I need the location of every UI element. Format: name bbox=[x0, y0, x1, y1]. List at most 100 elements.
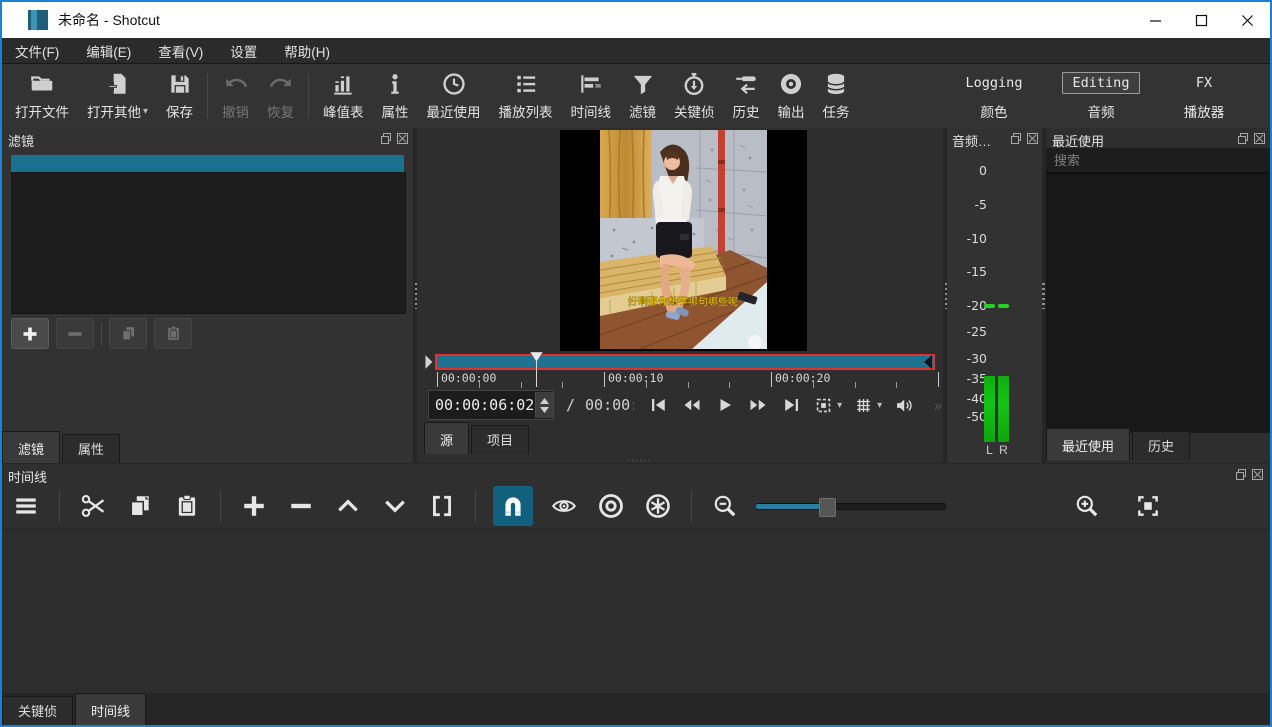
paste-filters-button[interactable] bbox=[154, 318, 192, 349]
copy-filters-button[interactable] bbox=[109, 318, 147, 349]
overwrite-button[interactable] bbox=[379, 488, 411, 524]
ripple-delete-button[interactable] bbox=[285, 488, 317, 524]
recent-panel: 最近使用 最近使用 历史 bbox=[1046, 128, 1270, 463]
stopwatch-icon bbox=[681, 71, 707, 97]
scrubber-bar[interactable] bbox=[435, 354, 935, 370]
float-panel-icon[interactable] bbox=[1010, 132, 1023, 145]
scissors-icon bbox=[79, 492, 107, 520]
tab-history[interactable]: 历史 bbox=[1132, 431, 1190, 460]
filter-funnel-icon bbox=[630, 71, 656, 97]
recent-panel-tabs: 最近使用 历史 bbox=[1046, 432, 1192, 460]
position-input[interactable] bbox=[429, 396, 535, 414]
toolbar-overflow-chevron[interactable]: » bbox=[934, 397, 942, 413]
fast-forward-button[interactable] bbox=[746, 396, 770, 414]
close-panel-icon[interactable] bbox=[1251, 468, 1264, 481]
trim-out-handle[interactable] bbox=[923, 355, 933, 369]
maximize-button[interactable] bbox=[1178, 2, 1224, 38]
minimize-icon bbox=[1149, 14, 1162, 27]
float-panel-icon[interactable] bbox=[380, 132, 393, 145]
peak-meter-button[interactable]: 峰值表 bbox=[314, 67, 373, 125]
paste-button[interactable] bbox=[171, 488, 203, 524]
close-panel-icon[interactable] bbox=[1026, 132, 1039, 145]
grid-toggle[interactable]: ▾ bbox=[854, 396, 882, 415]
recent-search-input[interactable] bbox=[1046, 148, 1270, 173]
preset-fx[interactable]: FX bbox=[1186, 73, 1222, 93]
lift-button[interactable] bbox=[332, 488, 364, 524]
close-panel-icon[interactable] bbox=[396, 132, 409, 145]
properties-button[interactable]: 属性 bbox=[373, 67, 418, 125]
chevron-down-icon bbox=[382, 493, 408, 519]
tab-timeline[interactable]: 时间线 bbox=[75, 693, 146, 725]
close-button[interactable] bbox=[1224, 2, 1270, 38]
cut-button[interactable] bbox=[77, 488, 109, 524]
timeline-button[interactable]: 时间线 bbox=[562, 67, 621, 125]
add-filter-button[interactable] bbox=[11, 318, 49, 349]
zoom-fit-button[interactable] bbox=[1132, 488, 1164, 524]
menu-file[interactable]: 文件(F) bbox=[15, 41, 59, 61]
ripple-all-tracks-toggle[interactable] bbox=[642, 488, 674, 524]
filter-list[interactable] bbox=[11, 172, 406, 314]
trim-in-handle[interactable] bbox=[424, 353, 434, 371]
ruler-label: 00:00:20 bbox=[775, 371, 830, 385]
volume-button[interactable] bbox=[894, 396, 916, 415]
minimize-button[interactable] bbox=[1132, 2, 1178, 38]
float-panel-icon[interactable] bbox=[1235, 468, 1248, 481]
menu-settings[interactable]: 设置 bbox=[230, 41, 257, 61]
ripple-toggle[interactable] bbox=[595, 488, 627, 524]
dropdown-caret-icon: ▾ bbox=[143, 106, 148, 117]
slider-handle[interactable] bbox=[819, 498, 836, 517]
preset-editing[interactable]: Editing bbox=[1062, 72, 1141, 94]
timeline-zoom-slider[interactable] bbox=[756, 497, 946, 515]
close-panel-icon[interactable] bbox=[1253, 132, 1266, 145]
rewind-button[interactable] bbox=[680, 396, 704, 414]
time-ruler[interactable]: 00:00:00 00:00:10 00:00:20 bbox=[428, 371, 940, 388]
preset-logging[interactable]: Logging bbox=[956, 73, 1033, 93]
preset-color[interactable]: 颜色 bbox=[981, 101, 1008, 121]
float-panel-icon[interactable] bbox=[1237, 132, 1250, 145]
open-other-button[interactable]: 打开其他▾ bbox=[78, 67, 157, 125]
export-button[interactable]: 输出 bbox=[769, 67, 814, 125]
filter-selected-row[interactable] bbox=[11, 155, 404, 172]
zoom-out-button[interactable] bbox=[709, 488, 741, 524]
audio-panel-controls bbox=[1010, 132, 1039, 145]
jobs-button[interactable]: 任务 bbox=[814, 67, 859, 125]
save-button[interactable]: 保存 bbox=[157, 67, 202, 125]
zoom-fit-toggle[interactable]: ▾ bbox=[814, 396, 842, 415]
timeline-tracks-area[interactable] bbox=[2, 528, 1270, 693]
redo-button[interactable]: 恢复 bbox=[258, 67, 303, 125]
zoom-in-button[interactable] bbox=[1071, 488, 1103, 524]
keyframes-button[interactable]: 关键侦 bbox=[665, 67, 724, 125]
recent-list[interactable] bbox=[1046, 173, 1270, 433]
skip-start-button[interactable] bbox=[648, 396, 668, 414]
copy-button[interactable] bbox=[124, 488, 156, 524]
toolbar-separator bbox=[308, 73, 309, 119]
tab-source[interactable]: 源 bbox=[424, 422, 469, 454]
tab-keyframes[interactable]: 关键侦 bbox=[2, 696, 73, 725]
split-button[interactable] bbox=[426, 488, 458, 524]
menu-help[interactable]: 帮助(H) bbox=[284, 41, 330, 61]
undo-button[interactable]: 撤销 bbox=[213, 67, 258, 125]
timeline-toolbar-separator bbox=[59, 490, 60, 522]
recent-button[interactable]: 最近使用 bbox=[418, 67, 490, 125]
preset-audio[interactable]: 音频 bbox=[1088, 101, 1115, 121]
menu-edit[interactable]: 编辑(E) bbox=[86, 41, 131, 61]
skip-end-button[interactable] bbox=[782, 396, 802, 414]
tab-project[interactable]: 项目 bbox=[471, 425, 529, 454]
open-file-button[interactable]: 打开文件 bbox=[6, 67, 78, 125]
history-button[interactable]: 历史 bbox=[724, 67, 769, 125]
play-button[interactable] bbox=[716, 396, 734, 414]
timeline-menu-button[interactable] bbox=[10, 488, 42, 524]
tab-recent[interactable]: 最近使用 bbox=[1046, 428, 1130, 460]
playlist-button[interactable]: 播放列表 bbox=[490, 67, 562, 125]
filters-button[interactable]: 滤镜 bbox=[620, 67, 665, 125]
undo-icon bbox=[223, 71, 249, 97]
append-button[interactable] bbox=[238, 488, 270, 524]
scrub-while-dragging-toggle[interactable] bbox=[548, 488, 580, 524]
preset-player[interactable]: 播放器 bbox=[1184, 101, 1225, 121]
remove-filter-button[interactable] bbox=[56, 318, 94, 349]
menu-view[interactable]: 查看(V) bbox=[158, 41, 203, 61]
tab-filters[interactable]: 滤镜 bbox=[2, 431, 60, 463]
snap-toggle[interactable] bbox=[493, 486, 533, 526]
tab-properties[interactable]: 属性 bbox=[62, 434, 120, 463]
position-stepper[interactable] bbox=[535, 392, 553, 418]
